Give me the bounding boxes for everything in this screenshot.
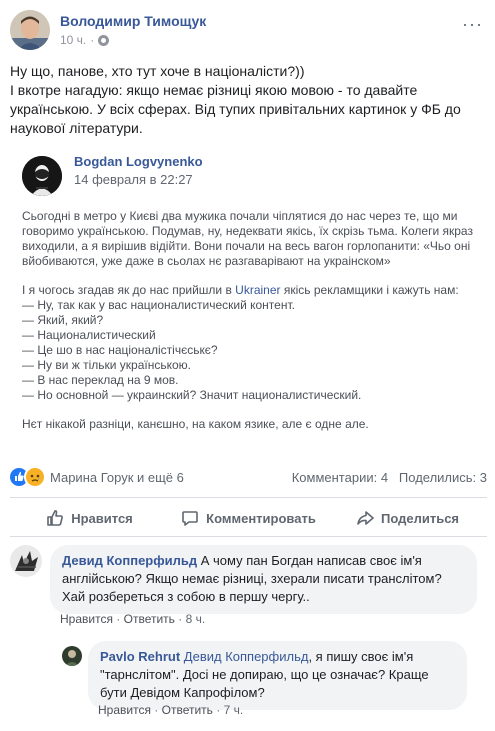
- post-meta: 10 ч. ·: [60, 33, 110, 47]
- comment-bubble: Pavlo Rehrut Девид Копперфильд, я пишу с…: [88, 641, 467, 710]
- shared-date[interactable]: 14 февраля в 22:27: [74, 172, 193, 187]
- more-options-icon[interactable]: ···: [462, 14, 483, 35]
- post-header: Володимир Тимощук 10 ч. · ···: [10, 10, 485, 50]
- post-text-line-2: І вкотре нагадую: якщо немає різниці яко…: [10, 82, 461, 136]
- comment-author[interactable]: Девид Копперфильд: [62, 553, 197, 568]
- dialogue-line: — Националистический: [22, 328, 156, 342]
- shared-author-name[interactable]: Bogdan Logvynenko: [74, 154, 203, 169]
- shared-dialogue: І я чогось згадав як до нас прийшли в Uk…: [22, 283, 474, 403]
- shared-intro-line: І я чогось згадав як до нас прийшли в Uk…: [22, 283, 474, 298]
- share-icon: [356, 509, 374, 527]
- comment-author[interactable]: Pavlo Rehrut: [100, 649, 180, 664]
- shares-count[interactable]: Поделились: 3: [399, 470, 487, 485]
- comment-reply-link[interactable]: Ответить: [124, 612, 175, 626]
- intro-suffix: якісь рекламщики і кажуть нам:: [280, 283, 459, 297]
- dialogue-line: — Но основной — украинский? Значит нацио…: [22, 388, 362, 402]
- globe-icon: [98, 34, 110, 46]
- dot-separator: ·: [178, 612, 186, 626]
- dot-separator: ·: [216, 703, 224, 717]
- post-text-line-1: Ну що, панове, хто тут хоче в націоналіс…: [10, 63, 305, 79]
- comment-mention[interactable]: Девид Копперфильд: [180, 649, 309, 664]
- shared-closing: Нєт нікакой разніци, канєшно, на каком я…: [22, 417, 369, 431]
- post-stats: Марина Горук и ещё 6 Комментарии: 4 Поде…: [10, 466, 487, 488]
- dot-separator: ·: [116, 612, 124, 626]
- comment-like-link[interactable]: Нравится: [60, 612, 113, 626]
- meta-separator: ·: [90, 33, 95, 47]
- comment-like-link[interactable]: Нравится: [98, 703, 151, 717]
- action-bar: Нравится Комментировать Поделиться: [10, 505, 487, 531]
- divider: [10, 497, 487, 498]
- dialogue-line: — Це шо в нас націоналістічєськє?: [22, 343, 218, 357]
- dialogue-line: — В нас переклад на 9 мов.: [22, 373, 179, 387]
- author-name[interactable]: Володимир Тимощук: [60, 13, 206, 29]
- dialogue-line: — Який, який?: [22, 313, 104, 327]
- comment: Девид Копперфильд А чому пан Богдан напи…: [10, 545, 487, 630]
- thumbs-up-icon: [46, 509, 64, 527]
- comment-actions: Нравится · Ответить · 8 ч.: [60, 612, 205, 626]
- comment-label: Комментировать: [206, 510, 316, 526]
- comments-count[interactable]: Комментарии: 4: [292, 470, 388, 485]
- comment-reply-link[interactable]: Ответить: [162, 703, 213, 717]
- shared-body: Сьогодні в метро у Києві два мужика поча…: [22, 209, 474, 446]
- dialogue-line: — Ну, так как у вас националистический к…: [22, 298, 295, 312]
- dialogue-line: — Ну ви ж тільки українською.: [22, 358, 192, 372]
- post-time[interactable]: 10 ч.: [60, 33, 86, 47]
- comment-actions: Нравится · Ответить · 7 ч.: [98, 703, 243, 717]
- post-text: Ну що, панове, хто тут хоче в націоналіс…: [10, 62, 480, 138]
- reactors-link[interactable]: Марина Горук и ещё 6: [50, 470, 184, 485]
- ukrainer-link[interactable]: Ukrainer: [235, 283, 280, 297]
- like-label: Нравится: [71, 510, 133, 526]
- shared-paragraph-1: Сьогодні в метро у Києві два мужика поча…: [22, 209, 473, 268]
- intro-prefix: І я чогось згадав як до нас прийшли в: [22, 283, 236, 297]
- comment-time[interactable]: 8 ч.: [186, 612, 206, 626]
- comment-icon: [181, 509, 199, 527]
- counts: Комментарии: 4 Поделились: 3: [292, 470, 487, 485]
- comment-time[interactable]: 7 ч.: [224, 703, 244, 717]
- comment-bubble: Девид Копперфильд А чому пан Богдан напи…: [50, 545, 477, 614]
- divider: [10, 536, 487, 537]
- dot-separator: ·: [154, 703, 162, 717]
- comment-button[interactable]: Комментировать: [169, 505, 328, 531]
- sad-reaction-icon[interactable]: [24, 466, 46, 488]
- commenter-avatar[interactable]: [10, 545, 42, 577]
- shared-author-avatar[interactable]: [22, 156, 62, 196]
- author-avatar[interactable]: [10, 10, 50, 50]
- share-label: Поделиться: [380, 510, 460, 526]
- share-button[interactable]: Поделиться: [328, 505, 487, 531]
- commenter-avatar[interactable]: [62, 646, 82, 666]
- like-button[interactable]: Нравится: [10, 505, 169, 531]
- comment-reply: Pavlo Rehrut Девид Копперфильд, я пишу с…: [62, 641, 487, 726]
- post-card: Володимир Тимощук 10 ч. · ··· Ну що, пан…: [0, 0, 495, 731]
